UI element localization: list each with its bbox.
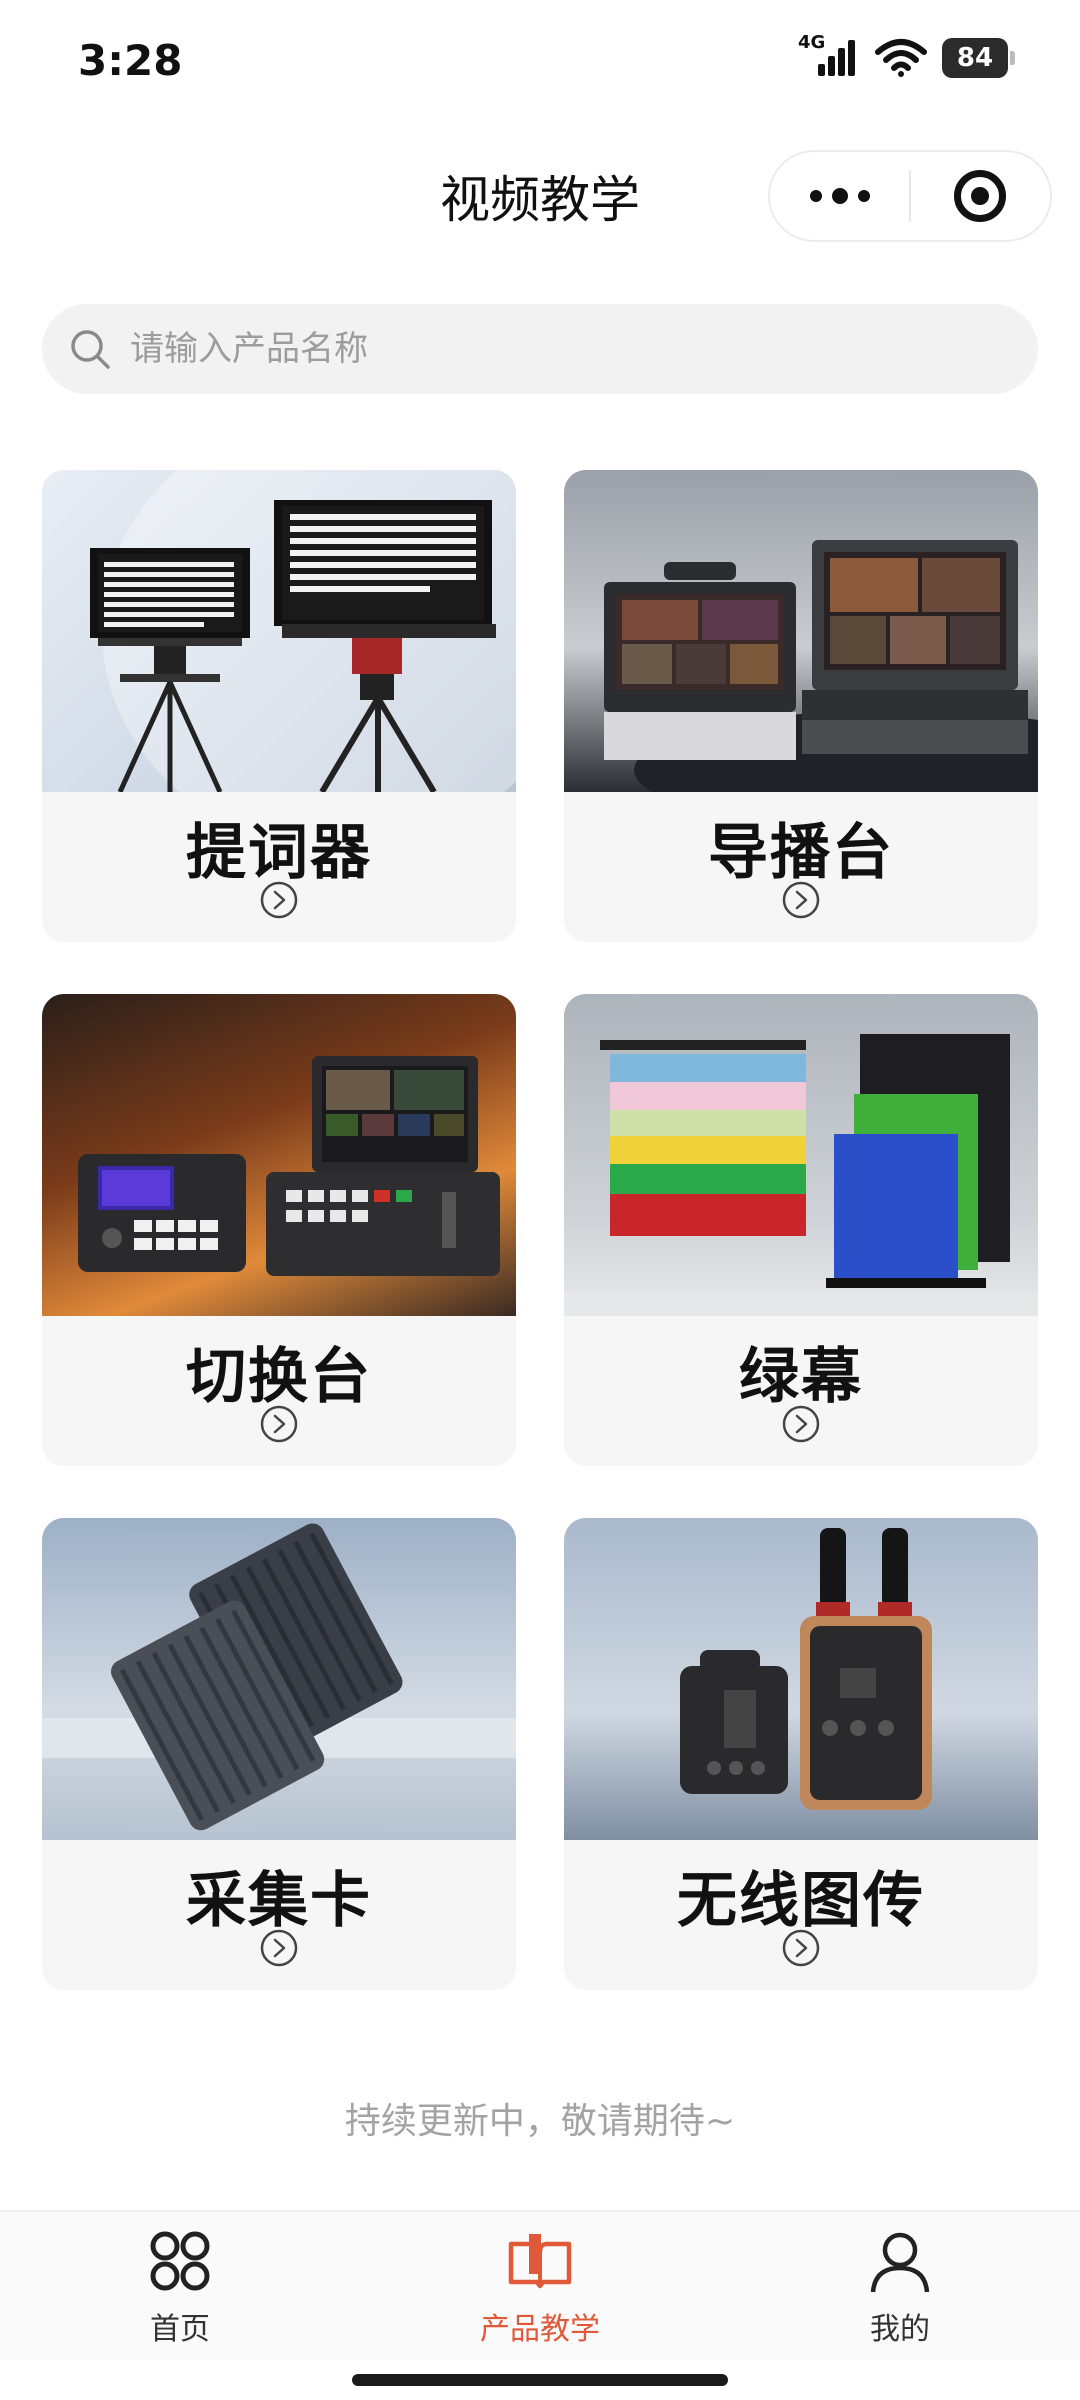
search-input[interactable]	[130, 329, 990, 369]
bottom-tab-bar: 首页 产品教学 我的	[0, 2210, 1080, 2360]
tab-label: 我的	[870, 2312, 930, 2347]
product-card-teleprompter[interactable]: 提词器	[42, 470, 516, 942]
tab-profile[interactable]: 我的	[720, 2212, 1080, 2360]
status-time: 3:28	[78, 36, 183, 85]
product-card-wireless-transmitter[interactable]: 无线图传	[564, 1518, 1038, 1990]
grid-circles-icon	[150, 2231, 210, 2291]
product-name: 提词器	[186, 818, 372, 888]
mini-program-capsule	[768, 150, 1052, 242]
search-bar[interactable]	[42, 304, 1038, 394]
wireless-transmitter-image	[564, 1518, 1038, 1840]
more-dots-icon	[809, 188, 870, 204]
cellular-signal-icon: 4G	[798, 32, 860, 78]
product-name: 采集卡	[186, 1866, 372, 1936]
director-console-image	[564, 470, 1038, 792]
green-screen-image	[564, 994, 1038, 1316]
user-icon	[870, 2232, 930, 2293]
close-program-button[interactable]	[911, 152, 1050, 240]
arrow-circle-icon[interactable]	[781, 880, 821, 920]
update-note: 持续更新中，敬请期待~	[344, 2101, 736, 2142]
product-grid: 提词器 导播台 切换台 绿幕 采集卡 无线图传	[42, 470, 1038, 1990]
status-bar: 3:28 4G 84	[0, 0, 1080, 120]
status-icons: 4G 84	[798, 32, 1015, 78]
product-card-green-screen[interactable]: 绿幕	[564, 994, 1038, 1466]
product-name: 导播台	[708, 818, 894, 888]
arrow-circle-icon[interactable]	[259, 880, 299, 920]
product-card-capture-card[interactable]: 采集卡	[42, 1518, 516, 1990]
product-name: 无线图传	[677, 1866, 925, 1936]
target-circle-icon	[954, 170, 1007, 222]
product-card-switcher[interactable]: 切换台	[42, 994, 516, 1466]
wifi-icon	[875, 39, 927, 77]
switcher-image	[42, 994, 516, 1316]
tab-home[interactable]: 首页	[0, 2212, 360, 2360]
more-button[interactable]	[770, 152, 909, 240]
search-icon	[71, 330, 110, 369]
product-name: 绿幕	[739, 1342, 863, 1412]
battery-icon: 84	[942, 38, 1015, 78]
tab-label: 产品教学	[480, 2312, 600, 2347]
arrow-circle-icon[interactable]	[259, 1404, 299, 1444]
network-type: 4G	[798, 32, 826, 53]
tab-product-tutorial[interactable]: 产品教学	[360, 2212, 720, 2360]
home-indicator[interactable]	[352, 2374, 728, 2386]
arrow-circle-icon[interactable]	[781, 1928, 821, 1968]
tab-label: 首页	[150, 2312, 210, 2347]
product-card-director-console[interactable]: 导播台	[564, 470, 1038, 942]
arrow-circle-icon[interactable]	[781, 1404, 821, 1444]
arrow-circle-icon[interactable]	[259, 1928, 299, 1968]
open-book-icon	[508, 2234, 572, 2289]
product-name: 切换台	[186, 1342, 372, 1412]
capture-card-image	[42, 1518, 516, 1840]
teleprompter-image	[42, 470, 516, 792]
